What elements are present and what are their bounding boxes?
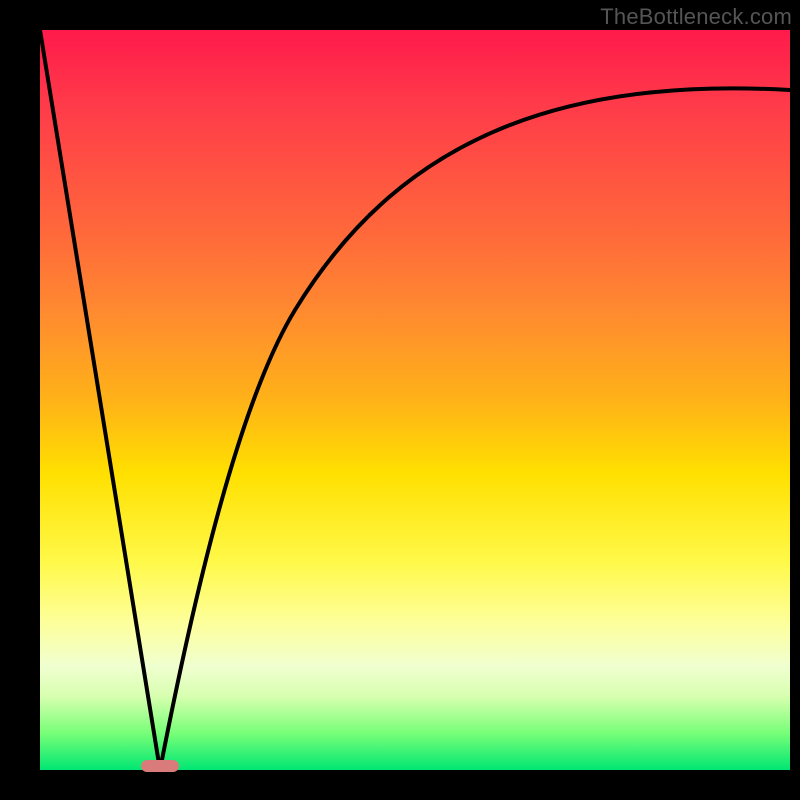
vertex-marker <box>141 760 179 772</box>
chart-frame: TheBottleneck.com <box>0 0 800 800</box>
left-line <box>40 30 160 770</box>
curve-layer <box>40 30 790 770</box>
watermark-text: TheBottleneck.com <box>600 4 792 30</box>
plot-area <box>40 30 790 770</box>
right-curve <box>160 88 790 770</box>
